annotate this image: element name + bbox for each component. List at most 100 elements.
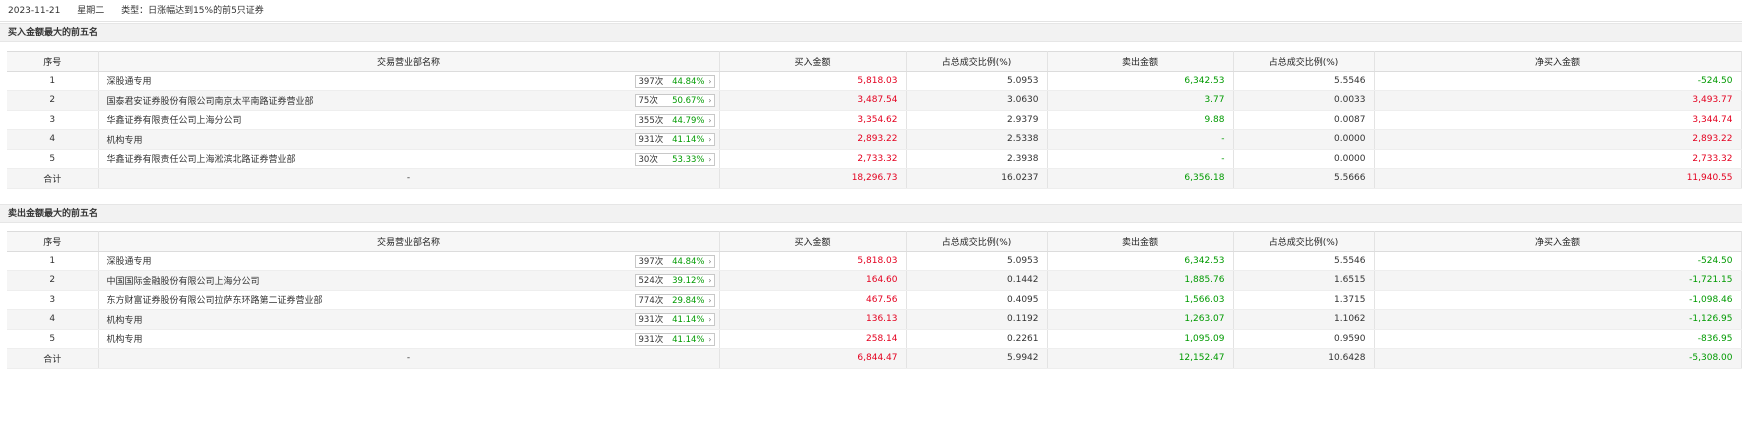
- total-buy-ratio: 16.0237: [906, 168, 1048, 189]
- seat-win-rate: 53.33%: [672, 154, 705, 165]
- sell-amount: 1,885.76: [1047, 270, 1234, 291]
- table-row: 1 深股通专用 397次 44.84% › 5,818.03 5.0953 6,342.53 5…: [7, 251, 1742, 271]
- seat-name-link[interactable]: 国泰君安证券股份有限公司南京太平南路证券营业部: [107, 94, 314, 107]
- sell-ratio: 0.0033: [1233, 90, 1375, 111]
- sell-amount: 6,342.53: [1047, 71, 1234, 91]
- table-row: 4 机构专用 931次 41.14% › 136.13 0.1192 1,263.07 1.10…: [7, 309, 1742, 330]
- buy-amount: 467.56: [719, 290, 907, 310]
- table-row: 5 华鑫证券有限责任公司上海淞滨北路证券营业部 30次 53.33% › 2,733.32…: [7, 149, 1742, 169]
- seat-win-rate: 44.84%: [672, 76, 705, 87]
- seat-win-rate: 41.14%: [672, 334, 705, 345]
- list-type: 类型：日涨幅达到15%的前5只证券: [121, 6, 264, 16]
- buy-ratio: 0.1442: [906, 270, 1048, 291]
- buy-ratio: 0.1192: [906, 309, 1048, 330]
- buy-amount: 5,818.03: [719, 71, 907, 91]
- total-label: 合计: [7, 348, 99, 369]
- table-row: 4 机构专用 931次 41.14% › 2,893.22 2.5338-0.0000 2,8…: [7, 129, 1742, 150]
- row-index: 2: [7, 90, 99, 111]
- seat-stats-badge[interactable]: 524次 39.12% ›: [634, 274, 715, 287]
- sell-ratio: 0.0087: [1233, 110, 1375, 130]
- col-header-buy-ratio: 占总成交比例(%): [906, 51, 1048, 72]
- seat-name-link[interactable]: 机构专用: [107, 332, 143, 345]
- total-label: 合计: [7, 168, 99, 189]
- row-index: 5: [7, 329, 99, 349]
- chevron-right-icon: ›: [708, 154, 712, 164]
- seat-cell: 华鑫证券有限责任公司上海分公司 355次 44.79% ›: [98, 110, 720, 130]
- table-row: 3 华鑫证券有限责任公司上海分公司 355次 44.79% › 3,354.62 2.937…: [7, 110, 1742, 130]
- seat-name-link[interactable]: 华鑫证券有限责任公司上海分公司: [107, 113, 242, 126]
- trade-date: 2023-11-21: [8, 6, 61, 16]
- buy-ratio: 2.3938: [906, 149, 1048, 169]
- seat-win-rate: 39.12%: [672, 276, 705, 286]
- buy-ratio: 0.4095: [906, 290, 1048, 310]
- sell-amount: 1,566.03: [1047, 290, 1234, 310]
- buy-amount: 136.13: [719, 309, 907, 330]
- seat-name-link[interactable]: 中国国际金融股份有限公司上海分公司: [107, 274, 260, 287]
- table-row: 5 机构专用 931次 41.14% › 258.14 0.2261 1,095.09 0.95…: [7, 329, 1742, 349]
- chevron-right-icon: ›: [708, 276, 712, 285]
- sell-amount: -: [1047, 149, 1234, 169]
- col-header-seat-name: 交易营业部名称: [98, 51, 720, 72]
- section-title-sell: 卖出金额最大的前五名: [0, 204, 1742, 223]
- seat-name-link[interactable]: 机构专用: [107, 313, 143, 326]
- col-header-net-buy: 净买入金额: [1374, 231, 1742, 252]
- total-seat-placeholder: -: [98, 348, 720, 369]
- seat-count: 397次: [638, 256, 664, 267]
- seat-name-link[interactable]: 华鑫证券有限责任公司上海淞滨北路证券营业部: [107, 152, 296, 165]
- sell-amount: -: [1047, 129, 1234, 150]
- net-buy-amount: -1,126.95: [1374, 309, 1742, 330]
- sell-ratio: 0.0000: [1233, 129, 1375, 150]
- seat-stats-badge[interactable]: 931次 41.14% ›: [634, 332, 715, 346]
- total-seat-placeholder: -: [98, 168, 720, 189]
- seat-stats-badge[interactable]: 75次 50.67% ›: [634, 94, 715, 107]
- buy-amount: 3,487.54: [719, 90, 907, 111]
- total-net-buy-amount: 11,940.55: [1374, 168, 1742, 189]
- buy-ratio: 3.0630: [906, 90, 1048, 111]
- total-net-buy-amount: -5,308.00: [1374, 348, 1742, 369]
- seat-stats-badge[interactable]: 397次 44.84% ›: [634, 254, 715, 268]
- total-buy-ratio: 5.9942: [906, 348, 1048, 369]
- table-header-row: 序号 交易营业部名称 买入金额 占总成交比例(%) 卖出金额 占总成交比例(%)…: [7, 231, 1742, 252]
- seat-name-link[interactable]: 深股通专用: [107, 254, 152, 267]
- seat-name-link[interactable]: 东方财富证券股份有限公司拉萨东环路第二证券营业部: [107, 293, 323, 306]
- net-buy-amount: 2,893.22: [1374, 129, 1742, 150]
- seat-count: 355次: [638, 115, 664, 126]
- sell-ratio: 1.1062: [1233, 309, 1375, 330]
- total-buy-amount: 6,844.47: [719, 348, 907, 369]
- seat-stats-badge[interactable]: 397次 44.84% ›: [634, 74, 715, 88]
- net-buy-amount: -1,098.46: [1374, 290, 1742, 310]
- seat-cell: 机构专用 931次 41.14% ›: [98, 129, 720, 150]
- total-sell-amount: 12,152.47: [1047, 348, 1234, 369]
- seat-count: 397次: [638, 76, 664, 87]
- net-buy-amount: 3,493.77: [1374, 90, 1742, 111]
- seat-stats-badge[interactable]: 355次 44.79% ›: [634, 113, 715, 127]
- seat-stats-badge[interactable]: 931次 41.14% ›: [634, 133, 715, 146]
- sell-ratio: 0.0000: [1233, 149, 1375, 169]
- row-index: 1: [7, 71, 99, 91]
- seat-stats-badge[interactable]: 30次 53.33% ›: [634, 152, 715, 166]
- col-header-index: 序号: [7, 51, 99, 72]
- buy-ratio: 5.0953: [906, 71, 1048, 91]
- net-buy-amount: -524.50: [1374, 71, 1742, 91]
- row-index: 4: [7, 129, 99, 150]
- seat-name-link[interactable]: 深股通专用: [107, 74, 152, 87]
- col-header-buy-amount: 买入金额: [719, 231, 907, 252]
- chevron-right-icon: ›: [708, 334, 712, 344]
- table-row: 2 中国国际金融股份有限公司上海分公司 524次 39.12% › 164.60 0.144…: [7, 270, 1742, 291]
- buy-amount: 3,354.62: [719, 110, 907, 130]
- seat-win-rate: 29.84%: [672, 295, 705, 306]
- seat-name-link[interactable]: 机构专用: [107, 133, 143, 146]
- seat-stats-badge[interactable]: 931次 41.14% ›: [634, 313, 715, 326]
- col-header-sell-amount: 卖出金额: [1047, 231, 1234, 252]
- col-header-buy-amount: 买入金额: [719, 51, 907, 72]
- total-row: 合计 -6,844.47 5.9942 12,152.47 10.6428 -5,308.…: [7, 348, 1742, 369]
- row-index: 4: [7, 309, 99, 330]
- chevron-right-icon: ›: [708, 295, 712, 305]
- seat-cell: 东方财富证券股份有限公司拉萨东环路第二证券营业部 774次 29.84% ›: [98, 290, 720, 310]
- seat-win-rate: 41.14%: [672, 135, 705, 145]
- total-sell-amount: 6,356.18: [1047, 168, 1234, 189]
- seat-stats-badge[interactable]: 774次 29.84% ›: [634, 293, 715, 307]
- seat-cell: 机构专用 931次 41.14% ›: [98, 309, 720, 330]
- seat-count: 75次: [638, 96, 658, 106]
- seat-count: 931次: [638, 135, 664, 145]
